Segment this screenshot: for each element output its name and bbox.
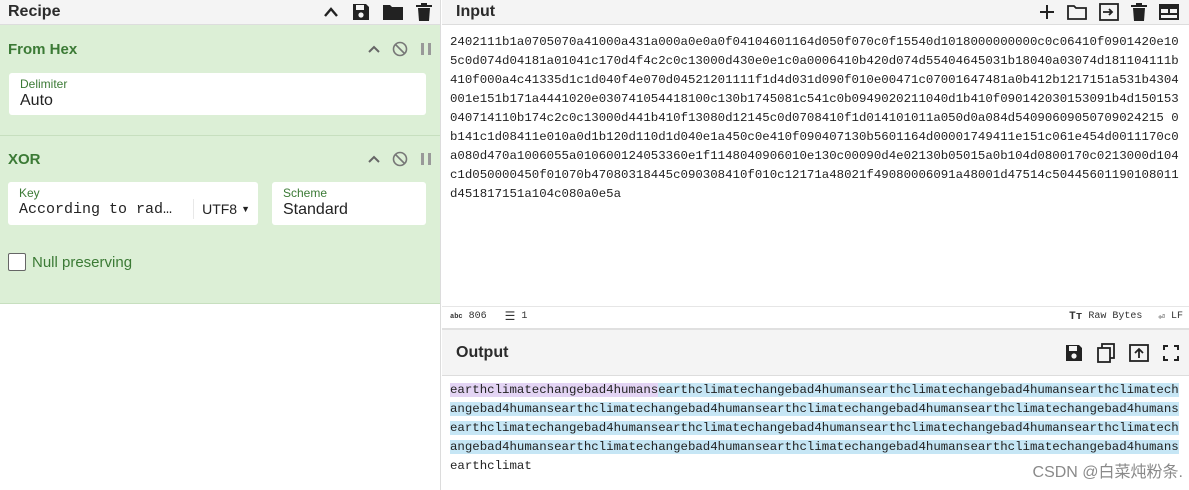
- copy-icon[interactable]: [1097, 342, 1115, 363]
- collapse-icon[interactable]: [368, 155, 380, 164]
- key-label: Key: [19, 186, 40, 200]
- replace-input-icon[interactable]: [1129, 343, 1149, 362]
- output-pane: Output earthclimatechangebad4humans earth…: [442, 328, 1189, 490]
- from-hex-title: From Hex: [8, 40, 78, 58]
- xor-title: XOR: [8, 150, 41, 168]
- pause-icon[interactable]: [420, 152, 432, 166]
- scheme-label: Scheme: [283, 186, 328, 200]
- recipe-pane: Recipe From Hex Delimiter Auto XOR Key A…: [0, 0, 441, 490]
- char-count-icon: abc: [450, 312, 463, 321]
- scheme-value: Standard: [283, 201, 348, 218]
- text-format-icon[interactable]: Tт: [1069, 311, 1082, 323]
- layout-icon[interactable]: [1159, 4, 1179, 20]
- add-tab-icon[interactable]: [1039, 4, 1055, 20]
- disable-icon[interactable]: [392, 41, 408, 57]
- pause-icon[interactable]: [420, 42, 432, 56]
- trash-icon[interactable]: [1131, 3, 1147, 21]
- eol-icon[interactable]: ⏎: [1158, 310, 1165, 324]
- eol-label[interactable]: LF: [1171, 311, 1183, 322]
- recipe-header: Recipe: [0, 0, 440, 25]
- input-pane: Input 2402111b1a0705070a41000a431a000a0e…: [442, 0, 1189, 328]
- input-status-bar: abc 806 ☰ 1 Tт Raw Bytes ⏎ LF: [442, 306, 1189, 326]
- save-icon[interactable]: [1065, 344, 1083, 362]
- null-preserving-label: Null preserving: [32, 253, 133, 271]
- scheme-field[interactable]: Scheme Standard: [272, 182, 426, 225]
- chevron-up-icon[interactable]: [323, 6, 339, 18]
- input-textarea[interactable]: 2402111b1a0705070a41000a431a000a0e0a0f04…: [442, 25, 1189, 204]
- watermark: CSDN @白菜炖粉条.: [1032, 464, 1183, 481]
- fullscreen-icon[interactable]: [1163, 344, 1179, 361]
- output-title: Output: [456, 343, 509, 361]
- output-header: Output: [442, 330, 1189, 376]
- line-count: 1: [521, 311, 528, 322]
- trash-icon[interactable]: [416, 3, 432, 21]
- open-folder-icon[interactable]: [1067, 4, 1087, 20]
- delimiter-field[interactable]: Delimiter Auto: [9, 73, 426, 115]
- input-title: Input: [456, 3, 496, 20]
- operation-from-hex: From Hex Delimiter Auto: [0, 25, 440, 136]
- caret-down-icon: ▼: [241, 204, 250, 214]
- null-preserving-checkbox-row[interactable]: Null preserving: [8, 253, 440, 271]
- output-first-segment: earthclimatechangebad4humans: [450, 383, 659, 397]
- cyberchef-app: Recipe From Hex Delimiter Auto XOR Key A…: [0, 0, 1189, 490]
- format-label[interactable]: Raw Bytes: [1088, 311, 1142, 322]
- disable-icon[interactable]: [392, 151, 408, 167]
- char-count: 806: [468, 311, 487, 322]
- operation-xor: XOR Key According to rad… UTF8 ▼ Scheme …: [0, 136, 440, 304]
- key-encoding-dropdown[interactable]: UTF8 ▼: [193, 199, 250, 219]
- recipe-title: Recipe: [8, 3, 61, 20]
- key-field[interactable]: Key According to rad… UTF8 ▼: [8, 182, 258, 225]
- output-tail: earthclimat: [450, 459, 532, 473]
- key-encoding-value: UTF8: [202, 201, 238, 217]
- save-icon[interactable]: [352, 3, 370, 21]
- key-value: According to rad…: [19, 201, 173, 218]
- delimiter-value: Auto: [20, 92, 53, 109]
- delimiter-label: Delimiter: [20, 77, 68, 91]
- null-preserving-checkbox[interactable]: [8, 253, 26, 271]
- input-header: Input: [442, 0, 1189, 25]
- folder-icon[interactable]: [383, 4, 403, 20]
- lines-icon: ☰: [504, 310, 516, 324]
- open-file-icon[interactable]: [1099, 3, 1119, 21]
- collapse-icon[interactable]: [368, 45, 380, 54]
